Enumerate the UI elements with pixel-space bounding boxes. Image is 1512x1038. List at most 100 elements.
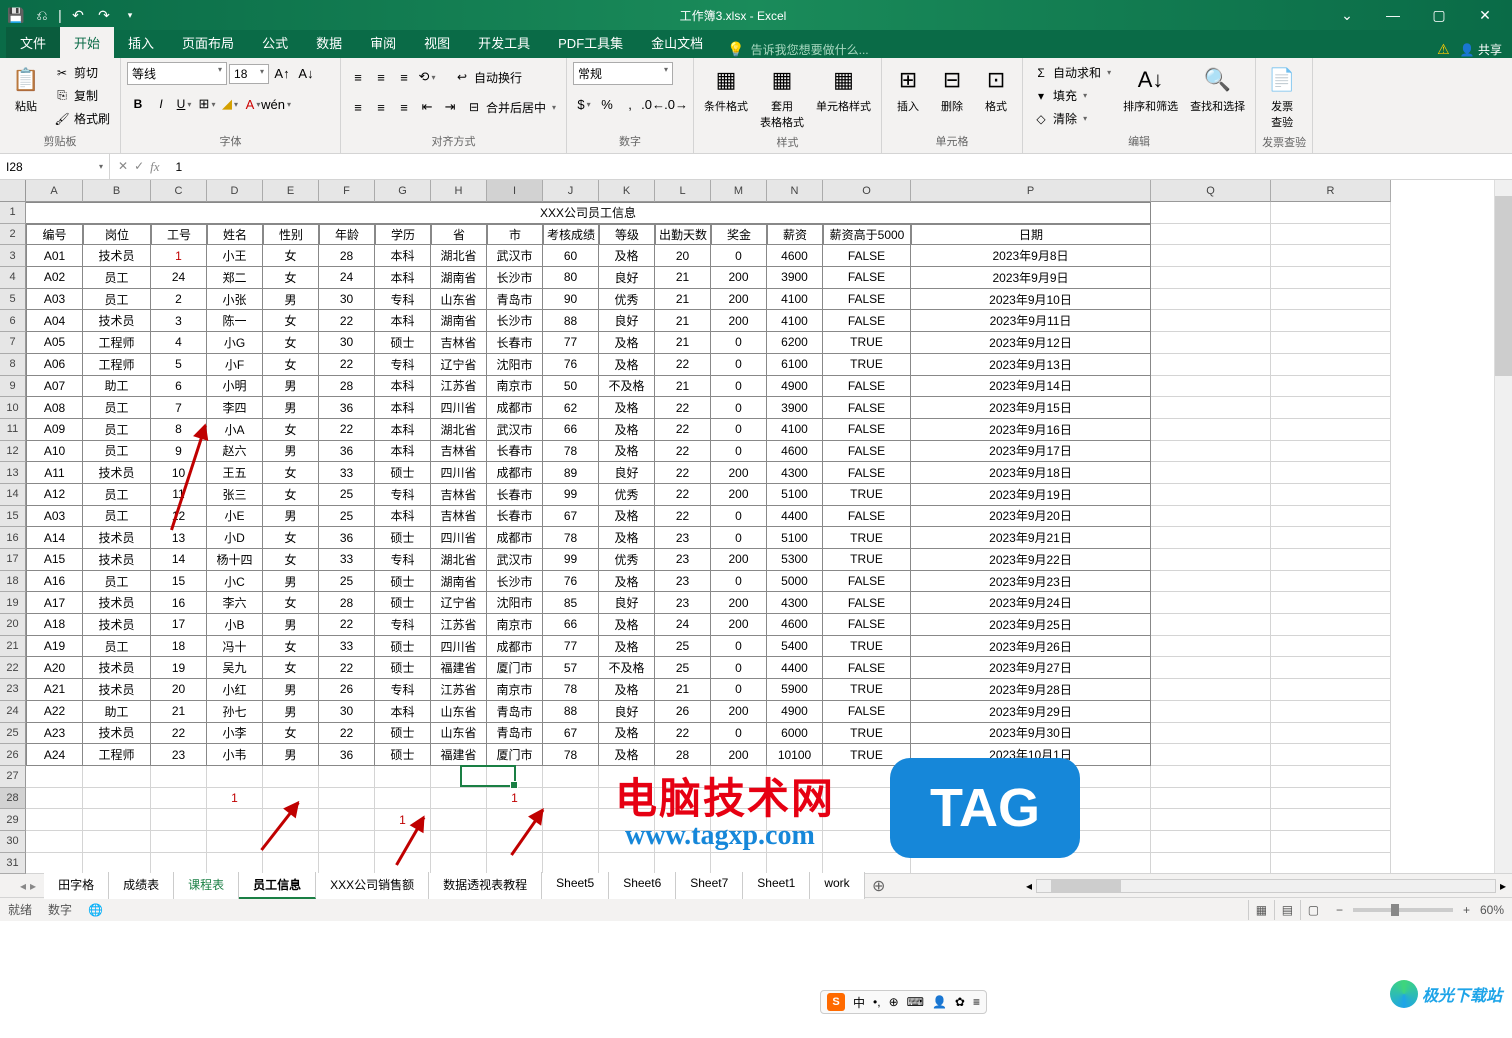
cell[interactable] <box>1151 462 1271 484</box>
cell[interactable]: 李四 <box>207 397 263 419</box>
cell[interactable]: 78 <box>543 441 599 463</box>
cell[interactable] <box>26 766 83 788</box>
cell[interactable]: 湖北省 <box>431 245 487 267</box>
indent-dec-icon[interactable]: ⇤ <box>416 96 438 118</box>
cell[interactable]: 女 <box>263 419 319 441</box>
cell[interactable]: 30 <box>319 289 375 311</box>
cell[interactable]: A03 <box>26 506 83 528</box>
cell[interactable]: 女 <box>263 527 319 549</box>
vertical-scrollbar[interactable] <box>1494 180 1512 873</box>
cell[interactable] <box>1151 831 1271 853</box>
row-header-20[interactable]: 20 <box>0 614 26 636</box>
cell[interactable]: 88 <box>543 310 599 332</box>
cell[interactable]: FALSE <box>823 310 911 332</box>
cell[interactable]: 员工 <box>83 441 151 463</box>
row-header-13[interactable]: 13 <box>0 462 26 484</box>
tab-开始[interactable]: 开始 <box>60 27 114 58</box>
row-header-5[interactable]: 5 <box>0 289 26 311</box>
cell[interactable] <box>319 788 375 810</box>
cell[interactable]: 员工 <box>83 419 151 441</box>
sheet-tab-员工信息[interactable]: 员工信息 <box>239 872 316 899</box>
cell[interactable]: A20 <box>26 657 83 679</box>
cell[interactable]: 0 <box>711 441 767 463</box>
cell[interactable]: 技术员 <box>83 527 151 549</box>
cell[interactable]: 陈一 <box>207 310 263 332</box>
cell[interactable] <box>543 788 599 810</box>
comma-icon[interactable]: , <box>619 93 641 115</box>
cut-button[interactable]: ✂剪切 <box>50 62 114 83</box>
cell[interactable]: 武汉市 <box>487 245 543 267</box>
cell[interactable]: 成都市 <box>487 527 543 549</box>
cell[interactable]: FALSE <box>823 592 911 614</box>
cell[interactable] <box>83 766 151 788</box>
cell[interactable]: 湖南省 <box>431 310 487 332</box>
cell[interactable]: 4100 <box>767 419 823 441</box>
cell[interactable]: 2023年9月13日 <box>911 354 1151 376</box>
row-header-11[interactable]: 11 <box>0 419 26 441</box>
row-header-22[interactable]: 22 <box>0 657 26 679</box>
cell[interactable]: 员工 <box>83 506 151 528</box>
cell[interactable]: A16 <box>26 571 83 593</box>
cell[interactable] <box>1271 549 1391 571</box>
cell[interactable]: 专科 <box>375 484 431 506</box>
cell[interactable] <box>1151 679 1271 701</box>
cell[interactable]: 及格 <box>599 679 655 701</box>
tab-插入[interactable]: 插入 <box>114 27 168 58</box>
cell[interactable]: 女 <box>263 657 319 679</box>
cell[interactable]: 助工 <box>83 701 151 723</box>
cell[interactable]: 88 <box>543 701 599 723</box>
cell[interactable] <box>1271 289 1391 311</box>
col-header-J[interactable]: J <box>543 180 599 202</box>
redo-icon[interactable]: ↷ <box>92 4 116 26</box>
cell[interactable]: 25 <box>319 571 375 593</box>
cell[interactable] <box>1151 744 1271 766</box>
sheet-nav-last-icon[interactable]: ▸ <box>30 879 36 893</box>
cell[interactable]: 28 <box>319 245 375 267</box>
cell[interactable]: 四川省 <box>431 527 487 549</box>
cell[interactable]: 36 <box>319 441 375 463</box>
cell[interactable]: 60 <box>543 245 599 267</box>
cell[interactable]: 辽宁省 <box>431 354 487 376</box>
cell[interactable]: 30 <box>319 701 375 723</box>
cell[interactable]: 33 <box>319 549 375 571</box>
cell[interactable]: 6000 <box>767 723 823 745</box>
cell[interactable]: 78 <box>543 527 599 549</box>
cell[interactable]: 0 <box>711 419 767 441</box>
sheet-tab-田字格[interactable]: 田字格 <box>44 872 109 899</box>
tab-审阅[interactable]: 审阅 <box>356 27 410 58</box>
cell[interactable]: 1 <box>207 788 263 810</box>
cell[interactable] <box>1271 224 1391 246</box>
cell[interactable] <box>1151 527 1271 549</box>
cell[interactable]: 2023年9月19日 <box>911 484 1151 506</box>
cell[interactable] <box>1271 809 1391 831</box>
fill-button[interactable]: ▾填充▾ <box>1029 85 1115 106</box>
phonetic-button[interactable]: wén▾ <box>265 93 287 115</box>
cell[interactable]: FALSE <box>823 506 911 528</box>
cell[interactable]: FALSE <box>823 657 911 679</box>
invoice-button[interactable]: 📄发票 查验 <box>1262 62 1302 132</box>
cell[interactable]: A18 <box>26 614 83 636</box>
cell[interactable] <box>1151 506 1271 528</box>
col-header-K[interactable]: K <box>599 180 655 202</box>
cell[interactable]: FALSE <box>823 289 911 311</box>
cell[interactable] <box>151 788 207 810</box>
cell[interactable]: 湖北省 <box>431 549 487 571</box>
cell[interactable]: FALSE <box>823 267 911 289</box>
row-header-2[interactable]: 2 <box>0 224 26 246</box>
cell[interactable]: 0 <box>711 376 767 398</box>
cell[interactable]: 及格 <box>599 441 655 463</box>
format-button[interactable]: ⊡格式 <box>976 62 1016 116</box>
cell[interactable]: A08 <box>26 397 83 419</box>
cell[interactable] <box>1151 549 1271 571</box>
cell[interactable] <box>1271 441 1391 463</box>
cell[interactable]: 2023年9月15日 <box>911 397 1151 419</box>
cell[interactable] <box>1151 701 1271 723</box>
sheet-tab-Sheet7[interactable]: Sheet7 <box>676 872 743 899</box>
cell[interactable]: 及格 <box>599 527 655 549</box>
cell[interactable] <box>823 853 911 873</box>
cell[interactable]: 专科 <box>375 354 431 376</box>
cell[interactable]: 长春市 <box>487 484 543 506</box>
cell[interactable] <box>26 831 83 853</box>
cell[interactable]: 66 <box>543 419 599 441</box>
cell[interactable]: 技术员 <box>83 245 151 267</box>
